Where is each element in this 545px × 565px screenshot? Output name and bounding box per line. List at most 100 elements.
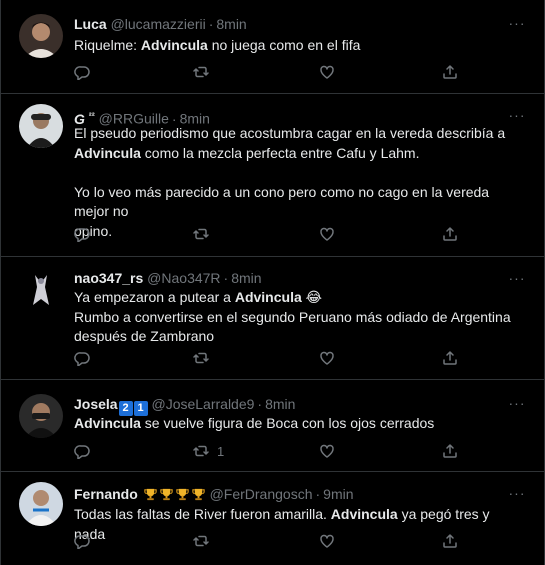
user-handle[interactable]: @FerDrangosch xyxy=(210,486,313,502)
timestamp[interactable]: 9min xyxy=(323,486,353,502)
user-handle[interactable]: @Nao347R xyxy=(147,270,220,286)
retweet-button[interactable] xyxy=(193,349,217,367)
tweet-text: Advincula se vuelve figura de Boca con l… xyxy=(74,414,514,434)
retweet-icon xyxy=(193,228,209,240)
text-run: El pseudo periodismo que acostumbra caga… xyxy=(74,125,506,141)
tweet-header: G ²² @RRGuille · 8min xyxy=(74,106,210,127)
retweet-button[interactable] xyxy=(193,225,217,243)
share-button[interactable] xyxy=(442,225,458,243)
tweet-text: Riquelme: Advincula no juega como en el … xyxy=(74,36,514,56)
reply-button[interactable] xyxy=(74,532,98,550)
timestamp[interactable]: 8min xyxy=(265,396,295,412)
user-handle[interactable]: @JoseLarralde9 xyxy=(151,396,254,412)
tweet-actions xyxy=(74,532,457,550)
like-button[interactable] xyxy=(319,63,343,81)
retweet-button[interactable]: 1 xyxy=(193,442,224,460)
mention-keyword: Advincula xyxy=(74,144,141,161)
tweet-text-line: Yo lo veo más parecido a un cono pero co… xyxy=(74,183,514,222)
tweet[interactable]: Luca @lucamazzierii · 8min ··· Riquelme: A… xyxy=(1,0,544,94)
share-button[interactable] xyxy=(442,442,458,460)
share-icon xyxy=(443,444,457,458)
retweet-icon xyxy=(193,352,209,364)
tweet-text: Ya empezaron a putear a Advincula 😂 Rumbo… xyxy=(74,288,514,347)
reply-icon xyxy=(74,66,90,80)
like-button[interactable] xyxy=(319,442,343,460)
tweet[interactable]: Fernando @FerDrangosch · 9min ··· Todas la… xyxy=(1,472,544,565)
reply-icon xyxy=(74,228,90,242)
separator-dot: · xyxy=(223,270,229,286)
tweet[interactable]: G ²² @RRGuille · 8min ··· El pseudo period… xyxy=(1,94,544,257)
share-button[interactable] xyxy=(442,532,458,550)
text-run: se vuelve figura de Boca con los ojos ce… xyxy=(140,415,435,431)
tweet[interactable]: Josela 2 1 @JoseLarralde9 · 8min ··· Advincu… xyxy=(1,380,544,472)
trophy-icon xyxy=(175,488,189,501)
tweet-text-line: Riquelme: Advincula no juega como en el … xyxy=(74,36,514,56)
like-icon xyxy=(320,444,334,458)
tweet-actions xyxy=(74,225,457,243)
like-icon xyxy=(320,227,334,241)
text-run: 😂 xyxy=(301,289,322,305)
tweet-header: Josela 2 1 @JoseLarralde9 · 8min xyxy=(74,395,295,416)
trophy-icon xyxy=(191,488,205,501)
separator-dot: · xyxy=(257,396,263,412)
share-icon xyxy=(443,534,457,548)
mention-keyword: Advincula xyxy=(234,289,302,305)
reply-button[interactable] xyxy=(74,225,98,243)
share-icon xyxy=(443,227,457,241)
display-name[interactable]: Josela xyxy=(74,396,118,412)
text-run: después de Zambrano xyxy=(74,328,215,344)
tweet-header: nao347_rs @Nao347R · 8min xyxy=(74,269,262,287)
avatar[interactable] xyxy=(19,14,63,58)
share-icon xyxy=(443,351,457,365)
avatar[interactable] xyxy=(19,482,63,526)
trophy-badges xyxy=(142,486,206,502)
like-button[interactable] xyxy=(319,532,343,550)
mention-keyword: Advincula xyxy=(330,506,398,522)
timestamp[interactable]: 8min xyxy=(231,270,261,286)
display-name[interactable]: nao347_rs xyxy=(74,270,143,286)
tweet-text-line: Ya empezaron a putear a Advincula 😂 xyxy=(74,288,514,308)
tweet-text-line: Advincula como la mezcla perfecta entre … xyxy=(74,144,514,164)
text-run: Rumbo a convertirse en el segundo Peruan… xyxy=(74,308,511,325)
more-icon[interactable]: ··· xyxy=(508,16,526,36)
retweet-icon xyxy=(193,445,209,457)
tweet-text-line: El pseudo periodismo que acostumbra caga… xyxy=(74,124,514,144)
reply-icon xyxy=(74,445,90,459)
retweet-icon xyxy=(193,535,209,547)
avatar[interactable] xyxy=(19,394,63,438)
like-button[interactable] xyxy=(319,349,343,367)
reply-icon xyxy=(74,535,90,549)
text-run: Todas las faltas de River fueron amarill… xyxy=(74,506,331,522)
like-button[interactable] xyxy=(319,225,343,243)
reply-button[interactable] xyxy=(74,442,98,460)
tweet-header: Luca @lucamazzierii · 8min xyxy=(74,15,247,33)
avatar[interactable] xyxy=(19,267,63,311)
text-run: Ya empezaron a putear a xyxy=(74,289,235,305)
display-name[interactable]: Luca xyxy=(74,16,107,32)
user-handle[interactable]: @lucamazzierii xyxy=(111,16,206,32)
more-icon[interactable]: ··· xyxy=(508,486,526,506)
like-icon xyxy=(320,65,334,79)
like-icon xyxy=(320,351,334,365)
reply-icon xyxy=(74,352,90,366)
tweet-actions xyxy=(74,349,457,367)
display-name[interactable]: Fernando xyxy=(74,486,138,502)
retweet-button[interactable] xyxy=(193,532,217,550)
trophy-icon xyxy=(159,488,173,501)
separator-dot: · xyxy=(315,486,321,502)
tweet[interactable]: nao347_rs @Nao347R · 8min ··· Ya empezaron… xyxy=(1,257,544,380)
share-button[interactable] xyxy=(442,63,458,81)
text-run: como la mezcla perfecta entre Cafu y Lah… xyxy=(140,144,420,161)
timestamp[interactable]: 8min xyxy=(216,16,246,32)
share-button[interactable] xyxy=(442,349,458,367)
tweet-header: Fernando @FerDrangosch · 9min xyxy=(74,485,354,503)
avatar[interactable] xyxy=(19,104,63,148)
like-icon xyxy=(320,534,334,548)
reply-button[interactable] xyxy=(74,349,98,367)
tweet-actions xyxy=(74,63,457,81)
text-run: no juega como en el fifa xyxy=(207,37,361,53)
tweet-text-line: después de Zambrano xyxy=(74,327,514,347)
retweet-count: 1 xyxy=(217,443,225,459)
reply-button[interactable] xyxy=(74,63,98,81)
retweet-button[interactable] xyxy=(193,63,217,81)
